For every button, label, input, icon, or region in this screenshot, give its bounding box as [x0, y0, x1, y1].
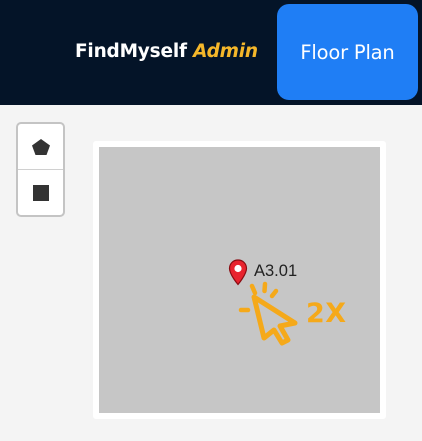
- top-nav-bar: FindMyself Admin Floor Plan: [0, 0, 422, 105]
- marker-label: A3.01: [254, 262, 298, 280]
- draw-rectangle-button[interactable]: [18, 170, 63, 215]
- draw-toolbar: [16, 122, 65, 217]
- pentagon-icon: [31, 138, 50, 155]
- draw-polygon-button[interactable]: [18, 124, 63, 169]
- double-click-label: 2X: [306, 298, 347, 329]
- brand-title[interactable]: FindMyself Admin: [75, 41, 258, 62]
- floor-plan-button[interactable]: Floor Plan: [277, 4, 418, 100]
- brand-name: FindMyself: [75, 41, 187, 62]
- square-icon: [32, 184, 49, 201]
- double-click-cursor-icon: [238, 281, 298, 346]
- brand-suffix: Admin: [193, 41, 258, 62]
